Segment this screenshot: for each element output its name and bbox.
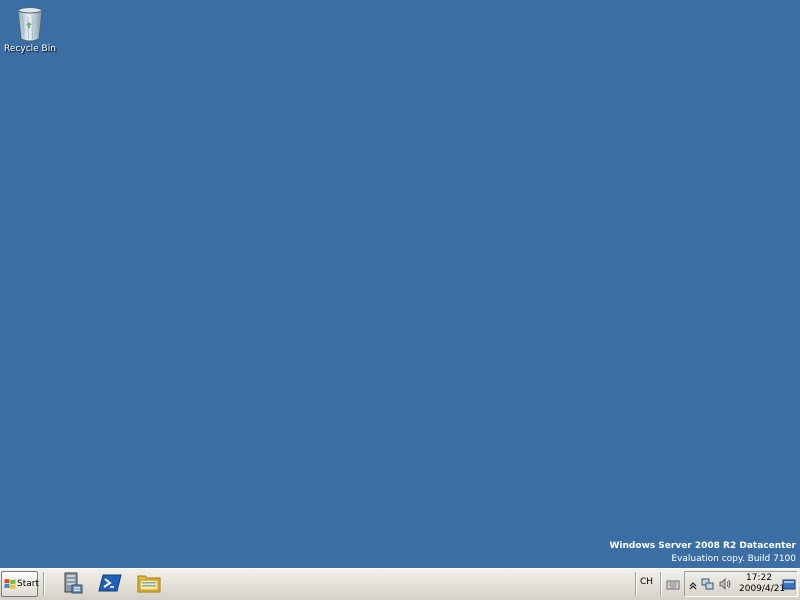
os-watermark: Windows Server 2008 R2 Datacenter Evalua…: [609, 540, 796, 566]
taskbar-separator: [43, 572, 45, 596]
language-indicator[interactable]: CH: [640, 577, 653, 587]
recycle-bin-shortcut[interactable]: Recycle Bin: [2, 3, 58, 54]
powershell-icon: [98, 571, 122, 599]
network-tray-button[interactable]: [701, 578, 715, 592]
chevron-up-icon: [689, 576, 697, 595]
show-desktop-button[interactable]: [782, 578, 796, 592]
watermark-title: Windows Server 2008 R2 Datacenter: [609, 541, 796, 551]
network-icon: [701, 576, 715, 595]
show-desktop-icon: [782, 576, 796, 595]
windows-logo-icon: [4, 575, 16, 594]
watermark-subtitle: Evaluation copy. Build 7100: [671, 554, 796, 564]
recycle-bin-label: Recycle Bin: [4, 44, 56, 54]
desktop[interactable]: Recycle Bin Windows Server 2008 R2 Datac…: [0, 0, 800, 568]
taskbar: Start CH 17:22 2009/4/21: [0, 568, 800, 600]
volume-icon: [718, 576, 732, 595]
clock[interactable]: 17:22 2009/4/21: [739, 573, 786, 595]
recycle-bin-icon: [14, 3, 46, 43]
taskbar-separator: [635, 572, 637, 596]
quick-launch-explorer[interactable]: [134, 571, 164, 599]
keyboard-icon: [666, 576, 680, 595]
show-hidden-icons-button[interactable]: [686, 578, 700, 592]
explorer-folder-icon: [136, 571, 162, 599]
quick-launch-powershell[interactable]: [95, 571, 125, 599]
keyboard-layout-button[interactable]: [664, 571, 682, 599]
volume-tray-button[interactable]: [718, 576, 732, 595]
start-button[interactable]: Start: [1, 571, 39, 597]
quick-launch-server-manager[interactable]: [57, 571, 87, 599]
clock-time: 17:22: [746, 573, 772, 583]
clock-date: 2009/4/21: [739, 584, 786, 594]
notification-area: 17:22 2009/4/21: [684, 571, 798, 597]
taskbar-separator: [660, 572, 662, 596]
start-label: Start: [17, 579, 39, 589]
server-manager-icon: [60, 571, 84, 599]
